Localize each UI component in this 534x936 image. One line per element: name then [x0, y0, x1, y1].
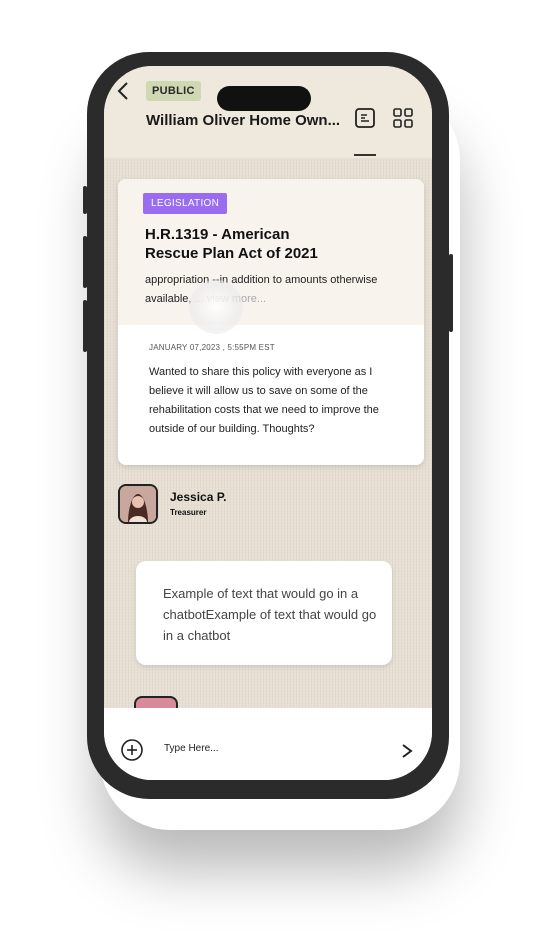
chat-bubble: Example of text that would go in a chatb…: [136, 561, 392, 665]
plus-icon[interactable]: [121, 739, 143, 761]
message-input[interactable]: Type Here...: [164, 743, 218, 754]
post-message: Wanted to share this policy with everyon…: [149, 366, 379, 435]
app-screen: PUBLIC William Oliver Home Own... LEGISL…: [104, 66, 432, 780]
volume-up-button: [83, 236, 87, 288]
author-role: Treasurer: [170, 508, 207, 517]
tap-ripple: [189, 280, 243, 334]
avatar[interactable]: [118, 484, 158, 524]
notes-icon[interactable]: [354, 107, 376, 129]
author-name: Jessica P.: [170, 490, 227, 504]
power-button: [449, 254, 453, 332]
post-timestamp: JANUARY 07,2023 , 5:55PM EST: [149, 343, 275, 352]
send-icon[interactable]: [400, 743, 414, 759]
page-title: William Oliver Home Own...: [146, 112, 341, 129]
visibility-badge: PUBLIC: [146, 81, 201, 101]
dynamic-island: [217, 86, 311, 111]
volume-down-button: [83, 300, 87, 352]
legislation-post-card[interactable]: LEGISLATION H.R.1319 - American Rescue P…: [118, 179, 424, 465]
active-tab-indicator: [354, 154, 376, 156]
grid-icon[interactable]: [392, 107, 414, 129]
message-composer: Type Here...: [104, 708, 432, 780]
category-badge: LEGISLATION: [143, 193, 228, 214]
chat-header: PUBLIC William Oliver Home Own...: [104, 66, 432, 158]
chat-bubble-text: Example of text that would go in a chatb…: [163, 586, 377, 643]
avatar-photo-icon: [120, 486, 156, 522]
bill-title: H.R.1319 - American Rescue Plan Act of 2…: [145, 226, 318, 262]
bill-excerpt: appropriation --in addition to amounts o…: [145, 271, 395, 309]
mute-switch: [83, 186, 87, 214]
back-icon[interactable]: [116, 81, 130, 101]
